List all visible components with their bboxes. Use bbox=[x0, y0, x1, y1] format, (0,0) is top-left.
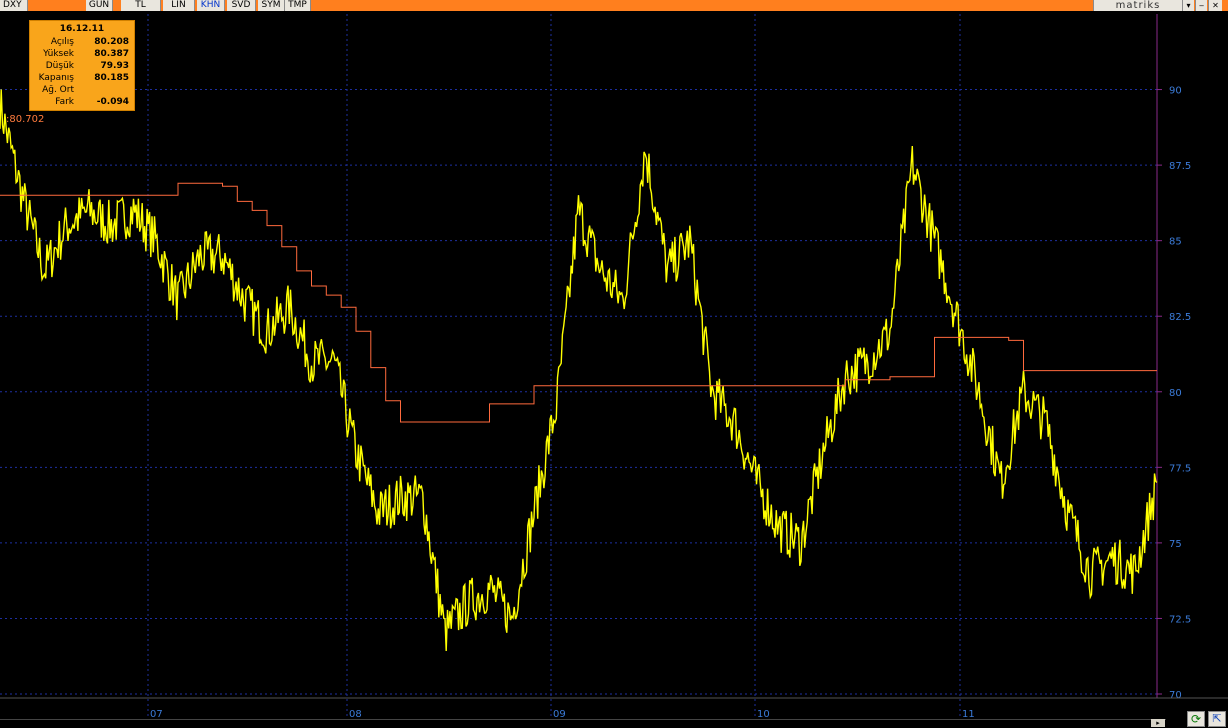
chevron-down-icon[interactable]: ▾ bbox=[1182, 0, 1194, 11]
price-chart[interactable]: 9087.58582.58077.57572.57007 08 09 10 11 bbox=[0, 0, 1228, 727]
info-value: 80.387 bbox=[94, 49, 129, 59]
chart-grid bbox=[0, 14, 1157, 718]
toolbar: DXY GUN TL LIN KHN SVD SYM TMP matriks ▾… bbox=[0, 0, 1228, 11]
tab-tl[interactable]: TL bbox=[121, 0, 161, 11]
info-row-diff: Fark -0.094 bbox=[30, 96, 134, 108]
series-layer bbox=[0, 89, 1158, 652]
tab-svd[interactable]: SVD bbox=[227, 0, 256, 11]
close-icon[interactable]: ✕ bbox=[1208, 0, 1222, 11]
tab-sym[interactable]: SYM bbox=[258, 0, 285, 11]
chart-axes: 9087.58582.58077.57572.57007 08 09 10 11 bbox=[0, 14, 1228, 720]
symbol-label[interactable]: DXY bbox=[0, 0, 28, 11]
tab-lin[interactable]: LIN bbox=[163, 0, 195, 11]
tab-gun[interactable]: GUN bbox=[86, 0, 113, 11]
brand-logo: matriks bbox=[1093, 0, 1182, 11]
info-label: Yüksek bbox=[43, 49, 74, 59]
tab-khn[interactable]: KHN bbox=[197, 0, 225, 11]
info-label: Kapanış bbox=[38, 73, 74, 83]
info-label: Açılış bbox=[50, 37, 74, 47]
info-row-high: Yüksek 80.387 bbox=[30, 48, 134, 60]
tab-tmp[interactable]: TMP bbox=[285, 0, 311, 11]
y-tick-label: 75 bbox=[1169, 539, 1182, 550]
y-tick-label: 70 bbox=[1169, 690, 1182, 701]
minimize-icon[interactable]: ‒ bbox=[1195, 0, 1207, 11]
info-row-low: Düşük 79.93 bbox=[30, 60, 134, 72]
info-value: 80.208 bbox=[94, 37, 129, 47]
y-tick-label: 87.5 bbox=[1169, 161, 1191, 172]
y-tick-label: 90 bbox=[1169, 86, 1182, 97]
info-row-open: Açılış 80.208 bbox=[30, 36, 134, 48]
info-value: 80.185 bbox=[94, 73, 129, 83]
y-tick-label: 72.5 bbox=[1169, 614, 1191, 625]
refresh-icon[interactable]: ⟳ bbox=[1187, 711, 1205, 727]
y-tick-label: 82.5 bbox=[1169, 312, 1191, 323]
price-series-line bbox=[0, 89, 1158, 652]
expand-icon[interactable]: ⇱ bbox=[1208, 711, 1226, 727]
average-value-label: :80.702 bbox=[6, 114, 45, 125]
info-date: 16.12.11 bbox=[59, 24, 105, 34]
info-value: 79.93 bbox=[100, 61, 129, 71]
y-tick-label: 80 bbox=[1169, 388, 1182, 399]
y-tick-label: 85 bbox=[1169, 237, 1182, 248]
info-row-close: Kapanış 80.185 bbox=[30, 72, 134, 84]
info-label: Ağ. Ort bbox=[42, 85, 74, 95]
scroll-right-icon[interactable]: ▸ bbox=[1151, 719, 1165, 727]
info-label: Fark bbox=[55, 97, 74, 107]
info-value: -0.094 bbox=[96, 97, 129, 107]
info-label: Düşük bbox=[45, 61, 74, 71]
y-tick-label: 77.5 bbox=[1169, 463, 1191, 474]
ohlc-infobox: 16.12.11 Açılış 80.208 Yüksek 80.387 Düş… bbox=[29, 20, 135, 111]
info-row-weighted-avg: Ağ. Ort bbox=[30, 84, 134, 96]
